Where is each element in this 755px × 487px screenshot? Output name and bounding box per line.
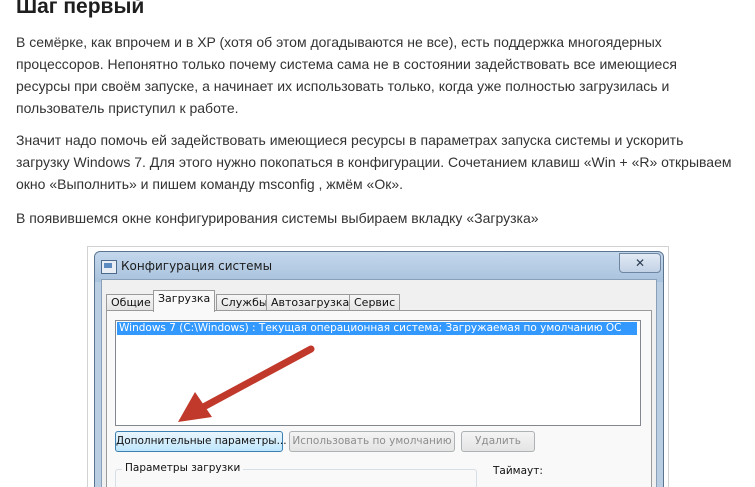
dialog-window: Конфигурация системы ✕ Общие Загрузка Сл… bbox=[94, 251, 664, 487]
paragraph-msconfig: Значит надо помочь ей задействовать имею… bbox=[16, 129, 746, 195]
tab-general[interactable]: Общие bbox=[106, 294, 156, 311]
close-icon: ✕ bbox=[634, 256, 646, 270]
boot-options-group: Параметры загрузки bbox=[115, 462, 477, 487]
set-default-button[interactable]: Использовать по умолчанию bbox=[289, 431, 455, 452]
close-button[interactable]: ✕ bbox=[619, 253, 661, 273]
paragraph-boot-tab: В появившемся окне конфигурирования сист… bbox=[16, 207, 746, 229]
paragraph-line: окно «Выполнить» и пишем команду msconfi… bbox=[16, 176, 404, 192]
tab-boot[interactable]: Загрузка bbox=[153, 290, 216, 312]
dialog-titlebar: Конфигурация системы ✕ bbox=[95, 252, 663, 278]
timeout-label: Таймаут: bbox=[493, 465, 543, 477]
dialog-body: Общие Загрузка Службы Автозагрузка Серви… bbox=[101, 279, 657, 487]
paragraph-multicore: В семёрке, как впрочем и в XP (хотя об э… bbox=[16, 31, 746, 119]
tab-tools[interactable]: Сервис bbox=[349, 294, 401, 311]
paragraph-line: ресурсы при своём запуске, а начинает их… bbox=[16, 78, 670, 94]
system-config-icon bbox=[101, 260, 117, 274]
tab-services[interactable]: Службы bbox=[216, 294, 273, 311]
paragraph-line: процессоров. Непонятно только почему сис… bbox=[16, 56, 677, 72]
system-configuration-screenshot: Конфигурация системы ✕ Общие Загрузка Сл… bbox=[88, 247, 668, 487]
paragraph-line: В семёрке, как впрочем и в XP (хотя об э… bbox=[16, 34, 662, 50]
boot-tab-panel: Windows 7 (C:\Windows) : Текущая операци… bbox=[106, 310, 652, 487]
paragraph-line: пользователь приступил к работе. bbox=[16, 100, 239, 116]
paragraph-line: загрузку Windows 7. Для этого нужно поко… bbox=[16, 154, 732, 170]
boot-entries-list[interactable]: Windows 7 (C:\Windows) : Текущая операци… bbox=[115, 320, 641, 426]
dialog-title: Конфигурация системы bbox=[121, 259, 273, 273]
article-heading: Шаг первый bbox=[16, 0, 145, 18]
delete-button[interactable]: Удалить bbox=[461, 431, 535, 452]
boot-entry-selected[interactable]: Windows 7 (C:\Windows) : Текущая операци… bbox=[117, 322, 637, 335]
advanced-options-button[interactable]: Дополнительные параметры... bbox=[115, 431, 287, 452]
boot-options-label: Параметры загрузки bbox=[122, 462, 244, 474]
paragraph-line: В появившемся окне конфигурирования сист… bbox=[16, 210, 539, 226]
paragraph-line: Значит надо помочь ей задействовать имею… bbox=[16, 132, 684, 148]
tab-startup[interactable]: Автозагрузка bbox=[266, 294, 355, 311]
